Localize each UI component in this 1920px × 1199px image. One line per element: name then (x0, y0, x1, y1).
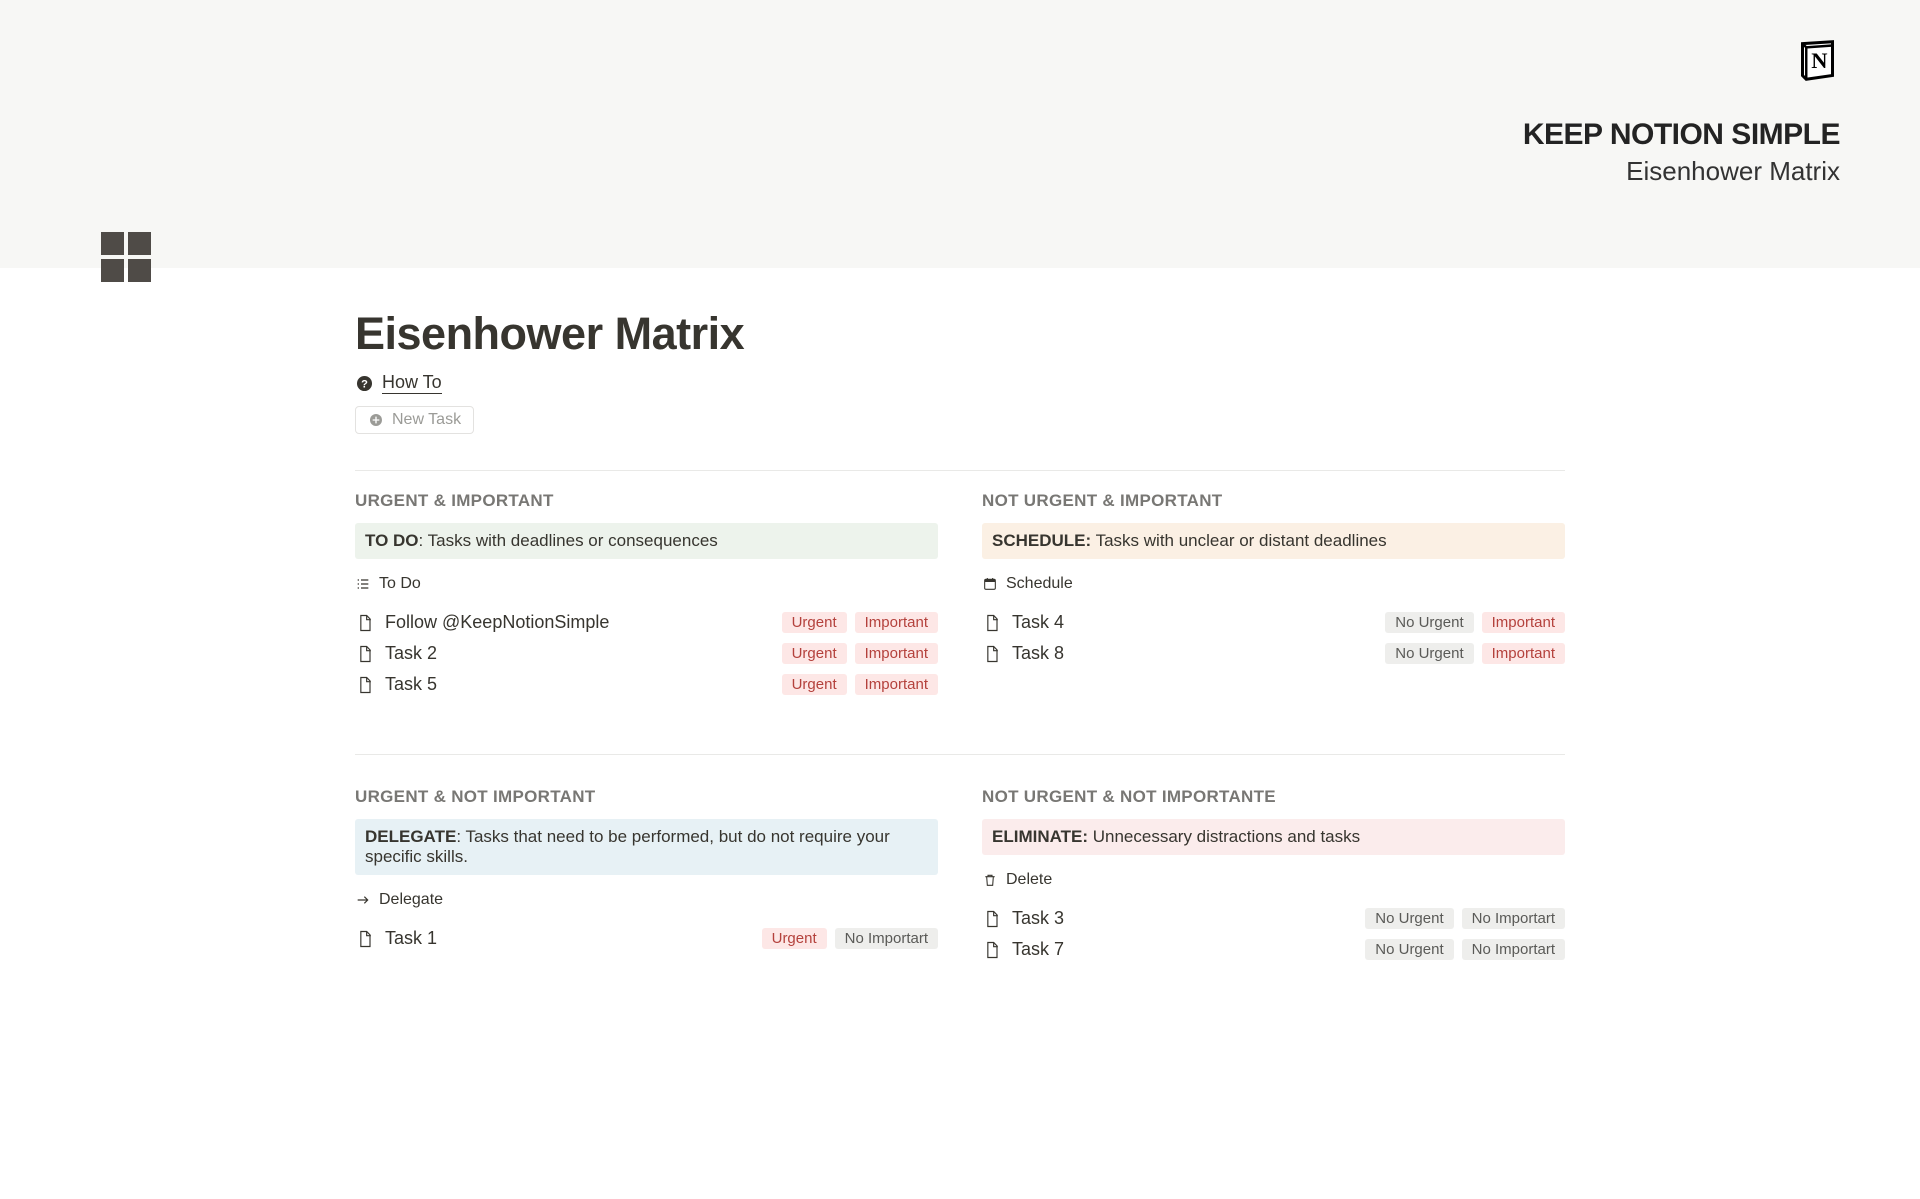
view-tab-delete[interactable]: Delete (982, 871, 1565, 889)
svg-text:?: ? (361, 378, 368, 390)
howto-link[interactable]: ? How To (355, 372, 1565, 394)
trash-icon (982, 872, 998, 888)
callout-rest: : Tasks with deadlines or consequences (419, 531, 718, 550)
tag: Important (855, 643, 938, 664)
task-list: Task 1 Urgent No Importart (355, 923, 938, 954)
svg-text:N: N (1811, 48, 1827, 73)
view-label: Schedule (1006, 575, 1073, 593)
task-row[interactable]: Task 8 No Urgent Important (982, 638, 1565, 669)
task-tags: No Urgent No Importart (1365, 939, 1565, 960)
task-list: Task 3 No Urgent No Importart Task 7 No Urge… (982, 903, 1565, 965)
calendar-icon (982, 576, 998, 592)
task-row[interactable]: Task 7 No Urgent No Importart (982, 934, 1565, 965)
quadrant-schedule: NOT URGENT & IMPORTANT SCHEDULE: Tasks w… (982, 491, 1565, 700)
tag: No Importart (1462, 908, 1565, 929)
howto-label: How To (382, 372, 442, 394)
quadrant-todo: URGENT & IMPORTANT TO DO: Tasks with dea… (355, 491, 938, 700)
hero-subtitle: Eisenhower Matrix (1626, 156, 1840, 187)
task-tags: Urgent Important (782, 674, 938, 695)
task-title: Task 1 (385, 928, 752, 949)
tag: Urgent (782, 674, 847, 695)
quadrant-callout: SCHEDULE: Tasks with unclear or distant … (982, 523, 1565, 559)
tag: No Urgent (1365, 908, 1453, 929)
new-task-label: New Task (392, 411, 461, 429)
tag: Important (855, 674, 938, 695)
page-title: Eisenhower Matrix (355, 308, 1565, 360)
tag: No Urgent (1365, 939, 1453, 960)
tag: No Importart (1462, 939, 1565, 960)
quadrant-eliminate: NOT URGENT & NOT IMPORTANTE ELIMINATE: U… (982, 787, 1565, 965)
list-icon (355, 576, 371, 592)
page-icon (982, 644, 1002, 664)
task-list: Follow @KeepNotionSimpleUrgentImportantT… (355, 607, 938, 700)
quadrant-grid: URGENT & IMPORTANT TO DO: Tasks with dea… (355, 470, 1565, 965)
question-icon: ? (355, 374, 374, 393)
callout-action: ELIMINATE: (992, 827, 1088, 846)
view-label: Delegate (379, 891, 443, 909)
task-tags: Urgent No Importart (762, 928, 938, 949)
quadrant-header: NOT URGENT & NOT IMPORTANTE (982, 787, 1565, 807)
task-row[interactable]: Task 5 Urgent Important (355, 669, 938, 700)
tag: No Urgent (1385, 643, 1473, 664)
callout-action: SCHEDULE: (992, 531, 1091, 550)
task-row[interactable]: Task 1 Urgent No Importart (355, 923, 938, 954)
task-title: Task 4 (1012, 612, 1375, 633)
plus-circle-icon (368, 412, 384, 428)
callout-action: DELEGATE (365, 827, 456, 846)
view-label: To Do (379, 575, 421, 593)
callout-rest: Unnecessary distractions and tasks (1088, 827, 1360, 846)
tag: No Importart (835, 928, 938, 949)
page-icon (982, 613, 1002, 633)
task-title: Follow @KeepNotionSimple (385, 612, 772, 633)
tag: Important (1482, 643, 1565, 664)
view-tab-todo[interactable]: To Do (355, 575, 938, 593)
tag: Urgent (782, 643, 847, 664)
page-icon (982, 909, 1002, 929)
tag: Important (1482, 612, 1565, 633)
quadrant-header: NOT URGENT & IMPORTANT (982, 491, 1565, 511)
task-tags: No Urgent Important (1385, 643, 1565, 664)
page-icon (355, 675, 375, 695)
tag: Urgent (762, 928, 827, 949)
grid-icon (101, 232, 151, 282)
page-icon (982, 940, 1002, 960)
quadrant-callout: DELEGATE: Tasks that need to be performe… (355, 819, 938, 875)
task-title: Task 7 (1012, 939, 1355, 960)
hero-banner: N KEEP NOTION SIMPLE Eisenhower Matrix (0, 0, 1920, 268)
task-tags: No Urgent Important (1385, 612, 1565, 633)
arrow-right-icon (355, 892, 371, 908)
view-tab-delegate[interactable]: Delegate (355, 891, 938, 909)
page-icon (355, 644, 375, 664)
hero-tagline: KEEP NOTION SIMPLE (1523, 118, 1840, 152)
quadrant-header: URGENT & NOT IMPORTANT (355, 787, 938, 807)
view-tab-schedule[interactable]: Schedule (982, 575, 1565, 593)
task-tags: Urgent Important (782, 612, 938, 633)
new-task-button[interactable]: New Task (355, 406, 474, 434)
task-tags: No Urgent No Importart (1365, 908, 1565, 929)
task-row[interactable]: Follow @KeepNotionSimple Urgent Important (355, 607, 938, 638)
tag: Urgent (782, 612, 847, 633)
task-title: Task 8 (1012, 643, 1375, 664)
callout-action: TO DO (365, 531, 419, 550)
task-title: Task 2 (385, 643, 772, 664)
quadrant-delegate: URGENT & NOT IMPORTANT DELEGATE: Tasks t… (355, 787, 938, 965)
quadrant-header: URGENT & IMPORTANT (355, 491, 938, 511)
tag: No Urgent (1385, 612, 1473, 633)
quadrant-callout: TO DO: Tasks with deadlines or consequen… (355, 523, 938, 559)
task-row[interactable]: Task 4 No Urgent Important (982, 607, 1565, 638)
task-tags: Urgent Important (782, 643, 938, 664)
tag: Important (855, 612, 938, 633)
task-row[interactable]: Task 2 Urgent Important (355, 638, 938, 669)
task-row[interactable]: Task 3 No Urgent No Importart (982, 903, 1565, 934)
divider (355, 754, 1565, 755)
callout-rest: Tasks with unclear or distant deadlines (1091, 531, 1386, 550)
view-label: Delete (1006, 871, 1052, 889)
task-title: Task 5 (385, 674, 772, 695)
notion-logo: N (1795, 38, 1840, 88)
task-title: Task 3 (1012, 908, 1355, 929)
quadrant-callout: ELIMINATE: Unnecessary distractions and … (982, 819, 1565, 855)
page-icon (355, 613, 375, 633)
task-list: Task 4 No Urgent Important Task 8 No Urgent I… (982, 607, 1565, 669)
page-icon (355, 929, 375, 949)
